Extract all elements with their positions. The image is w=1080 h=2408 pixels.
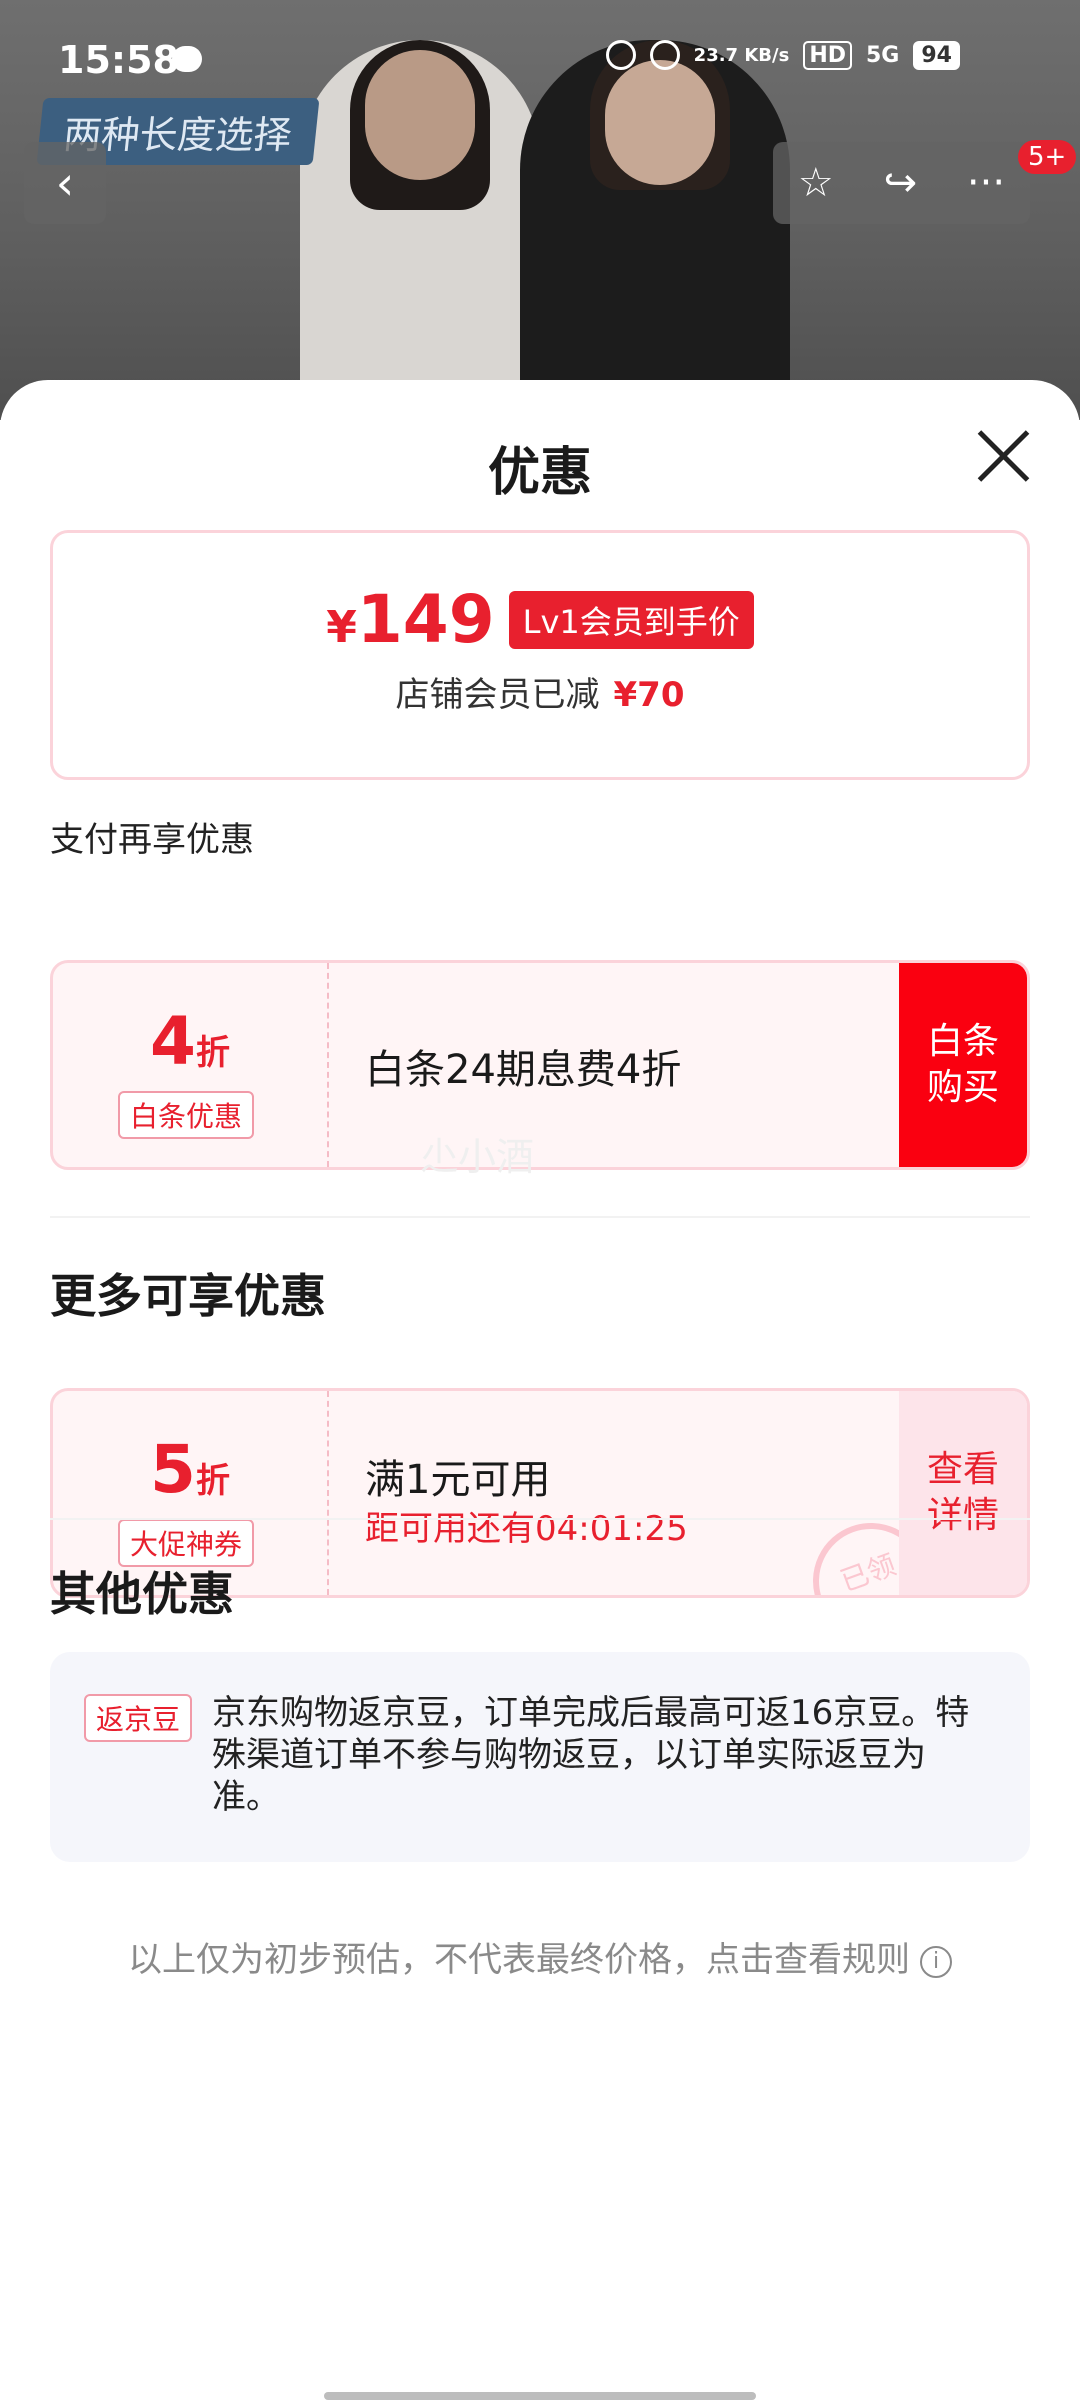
coupon-countdown: 距可用还有04:01:25: [365, 1509, 688, 1549]
divider: [50, 1216, 1030, 1218]
coupon-tag: 白条优惠: [118, 1091, 255, 1139]
share-icon[interactable]: ↪: [884, 160, 918, 206]
close-icon[interactable]: [975, 428, 1031, 484]
status-time: 15:58: [58, 38, 179, 82]
discount-sheet: 优惠 ¥149 Lv1会员到手价 店铺会员已减 ¥70 支付再享优惠 4折 白条优…: [0, 380, 1080, 2408]
coupon-discount: 5折: [150, 1431, 230, 1508]
status-bar: 15:58 23.7 KB/s HD 5G 94: [0, 0, 1080, 120]
member-price-tag: Lv1会员到手价: [508, 590, 754, 649]
notification-badge: 5+: [1018, 140, 1077, 174]
jingdou-tag: 返京豆: [84, 1694, 193, 1742]
back-button[interactable]: ‹: [24, 142, 106, 224]
coupon-description: 白条24期息费4折: [365, 1047, 682, 1093]
divider: [50, 1518, 1030, 1520]
jingdou-rebate-text: 京东购物返京豆，订单完成后最高可返16京豆。特殊渠道订单不参与购物返豆，以订单实…: [212, 1693, 970, 1817]
more-section-title: 更多可享优惠: [50, 1269, 326, 1323]
baitiao-coupon: 4折 白条优惠 白条24期息费4折 白条 购买: [50, 960, 1030, 1170]
member-reduction: 店铺会员已减 ¥70: [395, 675, 685, 715]
home-indicator[interactable]: [324, 2392, 756, 2400]
battery-indicator: 94: [913, 40, 960, 70]
net-speed: 23.7 KB/s: [693, 44, 790, 66]
price-card: ¥149 Lv1会员到手价 店铺会员已减 ¥70: [50, 530, 1030, 780]
price-rules-link[interactable]: 以上仅为初步预估，不代表最终价格，点击查看规则 i: [0, 1932, 1080, 1981]
view-details-button[interactable]: 查看 详情: [899, 1391, 1027, 1595]
info-icon: i: [920, 1945, 952, 1978]
coupon-condition: 满1元可用: [365, 1457, 551, 1503]
baitiao-buy-button[interactable]: 白条 购买: [899, 963, 1027, 1167]
alarm-icon: [605, 40, 636, 70]
chevron-left-icon: ‹: [55, 156, 75, 210]
top-actions: ☆ ↪ ···: [773, 142, 1030, 224]
coupon-discount: 4折: [150, 1003, 230, 1080]
hd-indicator: HD: [803, 40, 852, 70]
final-price: ¥149: [326, 581, 495, 658]
signal-indicator: 5G: [866, 42, 900, 68]
mute-bell-icon: [649, 40, 680, 70]
more-icon[interactable]: ···: [967, 160, 1005, 206]
watermark: 尐小酒: [420, 1135, 535, 1179]
other-section-title: 其他优惠: [50, 1567, 234, 1621]
sheet-title: 优惠: [487, 443, 592, 503]
pay-section-title: 支付再享优惠: [50, 820, 254, 860]
message-icon: [172, 46, 202, 72]
star-icon[interactable]: ☆: [798, 160, 834, 206]
jingdou-rebate-card: 返京豆 京东购物返京豆，订单完成后最高可返16京豆。特殊渠道订单不参与购物返豆，…: [50, 1652, 1030, 1862]
